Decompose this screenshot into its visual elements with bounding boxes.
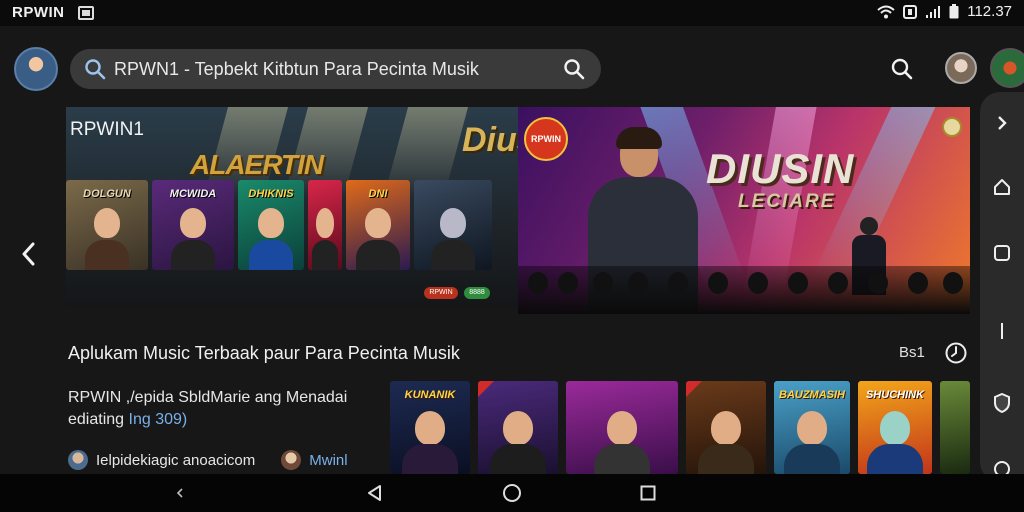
chevron-left-icon[interactable] (18, 240, 40, 268)
search-input[interactable]: RPWN1 - Tepbekt Kitbtun Para Pecinta Mus… (114, 59, 479, 80)
hero-title: RPWIN1 (70, 119, 144, 140)
user-avatar[interactable] (990, 48, 1024, 88)
system-navigation-bar (0, 474, 1024, 512)
chevron-right-icon (998, 116, 1007, 130)
thumbnail-card[interactable]: DOLGUN (66, 180, 148, 270)
search-bar[interactable]: RPWN1 - Tepbekt Kitbtun Para Pecinta Mus… (70, 49, 601, 89)
description-prefix: ediating (68, 411, 129, 428)
search-submit-icon[interactable] (563, 58, 585, 80)
history-icon[interactable] (944, 341, 968, 365)
app-description: RPWIN ,/epida SbldMarie ang Menadai edia… (68, 387, 368, 431)
album-card[interactable] (940, 381, 970, 474)
album-card[interactable]: BAUZMASIH (774, 381, 850, 474)
battery-icon (949, 4, 959, 19)
recents-icon (640, 485, 656, 501)
thumbnail-card[interactable]: DNI (346, 180, 410, 270)
developer-avatar-2 (281, 450, 302, 470)
search-icon (85, 59, 106, 80)
account-avatar[interactable] (945, 52, 977, 84)
signal-icon (926, 5, 941, 18)
gallery-icon (78, 6, 94, 20)
hero-artwork-text-2: Diusi (462, 121, 518, 159)
wifi-icon (877, 5, 895, 18)
profile-avatar[interactable] (14, 47, 58, 91)
nav-home-button[interactable] (492, 474, 532, 512)
thumbnail-card[interactable]: MCWIDA (152, 180, 234, 270)
hero-banner-left[interactable]: RPWIN1 ALAERTIN Diusi DOLGUN MCWIDA DHIK… (66, 107, 518, 307)
album-card[interactable] (686, 381, 766, 474)
thumbnail-card[interactable] (414, 180, 492, 270)
album-card[interactable]: KUNANIK (390, 381, 470, 474)
section-meta: Bs1 (899, 344, 925, 361)
header-search-icon[interactable] (890, 57, 914, 81)
developer-avatar (68, 450, 88, 470)
thumbnail-card[interactable]: DHIKNIS (238, 180, 304, 270)
forward-button[interactable] (980, 108, 1024, 138)
description-line-1: RPWIN ,/epida SbldMarie ang Menadai (68, 389, 348, 406)
square-icon (994, 245, 1010, 261)
section-title: Aplukam Music Terbaak paur Para Pecinta … (68, 343, 460, 363)
developer-name[interactable]: Ielpidekiagic anoacicom (96, 452, 255, 469)
hero-badge-icon (942, 117, 962, 137)
thumbnail-strip: DOLGUN MCWIDA DHIKNIS DNI (66, 180, 492, 270)
album-card[interactable] (566, 381, 678, 474)
nav-recents-button[interactable] (628, 474, 668, 512)
count-badge: 8888 (464, 287, 490, 299)
nav-menu-button[interactable] (160, 474, 200, 512)
developer-link[interactable]: Mwinl (309, 452, 347, 469)
hero-subheadline: LECIARE (738, 191, 836, 212)
hero-crowd (518, 266, 970, 314)
nfc-icon (903, 4, 918, 19)
bar-icon (1001, 323, 1003, 339)
description-line-2: ediating Ing 309) (68, 409, 368, 431)
status-app-name: RPWIN (12, 4, 65, 21)
recents-button[interactable] (980, 238, 1024, 268)
home-circle-icon (503, 484, 521, 502)
developer-row: Ielpidekiagic anoacicom Mwinl (68, 450, 348, 470)
shield-button[interactable] (980, 388, 1024, 418)
album-card[interactable] (478, 381, 558, 474)
hero-banner-right[interactable]: RPWIN DIUSIN LECIARE (518, 107, 970, 314)
status-bar: RPWIN 112.37 (0, 0, 1024, 26)
side-navigation (980, 92, 1024, 482)
home-icon (994, 179, 1010, 195)
hero-headline: DIUSIN (706, 145, 855, 192)
description-accent: Ing 309) (128, 411, 188, 428)
rating-badge: RPWIN (424, 287, 458, 299)
hero-artwork-text: ALAERTIN (190, 149, 324, 180)
album-card[interactable]: SHUCHINK (858, 381, 932, 474)
status-time: 112.37 (967, 3, 1012, 20)
back-icon (368, 485, 381, 501)
divider-button[interactable] (980, 316, 1024, 346)
status-indicators: 112.37 (877, 3, 1012, 20)
shield-icon (994, 393, 1010, 413)
album-carousel: KUNANIK BAUZMASIH SHUCHINK (390, 381, 970, 474)
thumbnail-card[interactable] (308, 180, 342, 270)
nav-back-button[interactable] (355, 474, 395, 512)
chevron-small-icon (176, 488, 183, 498)
hero-brand-logo: RPWIN (524, 117, 568, 161)
home-button[interactable] (980, 172, 1024, 202)
